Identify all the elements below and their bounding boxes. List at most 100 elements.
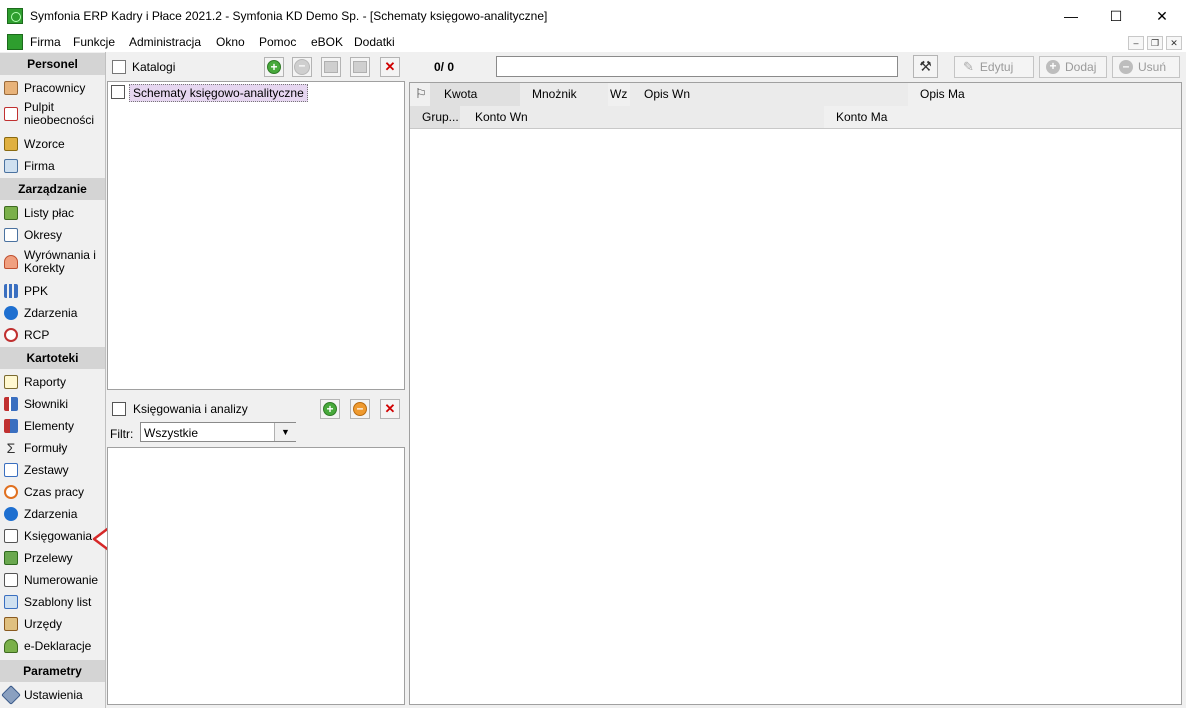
sidebar-item-pulpit[interactable]: Pulpit nieobecności [0,100,105,128]
column-opis-wn[interactable]: Opis Wn [644,87,690,101]
sidebar-item-label: Księgowania [24,528,93,543]
sidebar-item-e-deklaracje[interactable]: e-Deklaracje [0,636,105,656]
sidebar-item-label: Urzędy [24,616,63,631]
sidebar-item-rcp[interactable]: RCP [0,325,105,345]
sidebar-item-ppk[interactable]: PPK [0,281,105,301]
minus-icon: – [294,59,310,75]
sidebar-item-okresy[interactable]: Okresy [0,225,105,245]
catalogs-remove-button[interactable]: – [292,57,312,77]
catalogs-tree[interactable]: Schematy księgowo-analityczne [107,81,405,390]
mdi-close-button[interactable]: ✕ [1166,36,1182,50]
sidebar-item-formuly[interactable]: Σ Formuły [0,438,105,458]
catalogs-title: Katalogi [132,60,176,74]
postings-list[interactable] [107,447,405,705]
dictionary-icon [4,397,18,411]
sidebar-item-szablony[interactable]: Szablony list [0,592,105,612]
tree-item-schematy[interactable]: Schematy księgowo-analityczne [129,84,308,102]
tools-button[interactable]: ⚒ [913,55,938,78]
sidebar-item-raporty[interactable]: Raporty [0,372,105,392]
postings-remove-button[interactable]: – [350,399,370,419]
sidebar-item-firma[interactable]: Firma [0,156,105,176]
company-icon [4,159,18,173]
delete-button[interactable]: – Usuń [1112,56,1180,78]
sidebar-item-pracownicy[interactable]: Pracownicy [0,78,105,98]
minimize-button[interactable]: — [1048,0,1094,32]
sidebar-item-label: Okresy [24,227,63,242]
navigation-sidebar: Personel Pracownicy Pulpit nieobecności … [0,52,106,708]
template-list-icon [4,595,18,609]
plus-icon: + [323,402,337,416]
column-kwota[interactable]: Kwota [444,87,477,101]
sidebar-item-zestawy[interactable]: Zestawy [0,460,105,480]
add-button-label: Dodaj [1065,60,1097,74]
sidebar-item-label: Czas pracy [24,484,85,499]
sidebar-item-wzorce[interactable]: Wzorce [0,134,105,154]
column-opis-ma[interactable]: Opis Ma [920,87,965,101]
postings-delete-button[interactable]: ✕ [380,399,400,419]
column-konto-ma[interactable]: Konto Ma [836,110,887,124]
settings-tools-icon [1,685,21,705]
mdi-restore-button[interactable]: ❐ [1147,36,1163,50]
document-icon [111,85,125,99]
sidebar-item-label: Przelewy [24,550,73,565]
menu-app-icon[interactable] [7,34,23,50]
chevron-down-icon[interactable]: ▼ [274,423,296,441]
sidebar-item-label: Pulpit nieobecności [24,100,95,127]
section-parametry: Parametry [0,660,105,682]
grid-header-row-2: Grup... Konto Wn Konto Ma [410,106,1181,129]
person-icon [4,81,18,95]
sidebar-item-numerowanie[interactable]: Numerowanie [0,570,105,590]
minus-icon: – [353,402,367,416]
delete-button-label: Usuń [1138,60,1167,74]
column-konto-wn[interactable]: Konto Wn [475,110,528,124]
sigma-icon: Σ [6,440,16,456]
sidebar-item-listy-plac[interactable]: Listy płac [0,203,105,223]
sidebar-item-label: e-Deklaracje [24,638,92,653]
maximize-button[interactable]: ☐ [1093,0,1139,32]
postings-add-button[interactable]: + [320,399,340,419]
sidebar-item-slowniki[interactable]: Słowniki [0,394,105,414]
sidebar-item-zdarzenia-2[interactable]: Zdarzenia [0,504,105,524]
sidebar-item-ustawienia[interactable]: Ustawienia [0,685,105,705]
sidebar-item-ksiegowania[interactable]: Księgowania [0,526,105,546]
catalogs-add-button[interactable]: + [264,57,284,77]
e-declaration-icon [4,639,18,653]
sidebar-item-label: Raporty [24,374,67,389]
menu-pomoc[interactable]: Pomoc [259,35,296,49]
sidebar-item-czas-pracy[interactable]: Czas pracy [0,482,105,502]
section-zarzadzanie: Zarządzanie [0,178,105,200]
filter-select[interactable]: Wszystkie ▼ [140,422,296,442]
sidebar-item-urzedy[interactable]: Urzędy [0,614,105,634]
edit-button[interactable]: ✎ Edytuj [954,56,1034,78]
menu-ebok[interactable]: eBOK [311,35,343,49]
office-building-icon [4,617,18,631]
sidebar-item-przelewy[interactable]: Przelewy [0,548,105,568]
column-wz[interactable]: Wz [610,87,627,101]
search-input[interactable] [496,56,898,77]
menu-okno[interactable]: Okno [216,35,245,49]
postings-grid[interactable] [409,82,1182,705]
mdi-minimize-button[interactable]: – [1128,36,1144,50]
sort-icon[interactable]: ⚐ [415,86,427,102]
sidebar-item-wyrownania[interactable]: Wyrównania i Korekty [0,247,105,277]
catalogs-delete-button[interactable]: ✕ [380,57,400,77]
menu-dodatki[interactable]: Dodatki [354,35,395,49]
catalogs-edit-folder-button[interactable] [350,57,370,77]
sidebar-item-elementy[interactable]: Elementy [0,416,105,436]
sidebar-item-label: Wzorce [24,136,65,151]
edit-button-label: Edytuj [979,60,1014,74]
close-icon: ✕ [384,401,396,416]
sidebar-item-zdarzenia[interactable]: Zdarzenia [0,303,105,323]
close-icon: ✕ [384,59,396,74]
menu-administracja[interactable]: Administracja [129,35,201,49]
sidebar-item-label: PPK [24,283,49,298]
add-button[interactable]: + Dodaj [1039,56,1107,78]
close-button[interactable]: ✕ [1139,0,1185,32]
minus-icon: – [1119,60,1133,74]
catalogs-new-folder-button[interactable] [321,57,341,77]
column-mnoznik[interactable]: Mnożnik [532,87,577,101]
column-grup[interactable]: Grup... [422,110,459,124]
menu-funkcje[interactable]: Funkcje [73,35,115,49]
sidebar-item-label: Zestawy [24,462,69,477]
menu-firma[interactable]: Firma [30,35,61,49]
